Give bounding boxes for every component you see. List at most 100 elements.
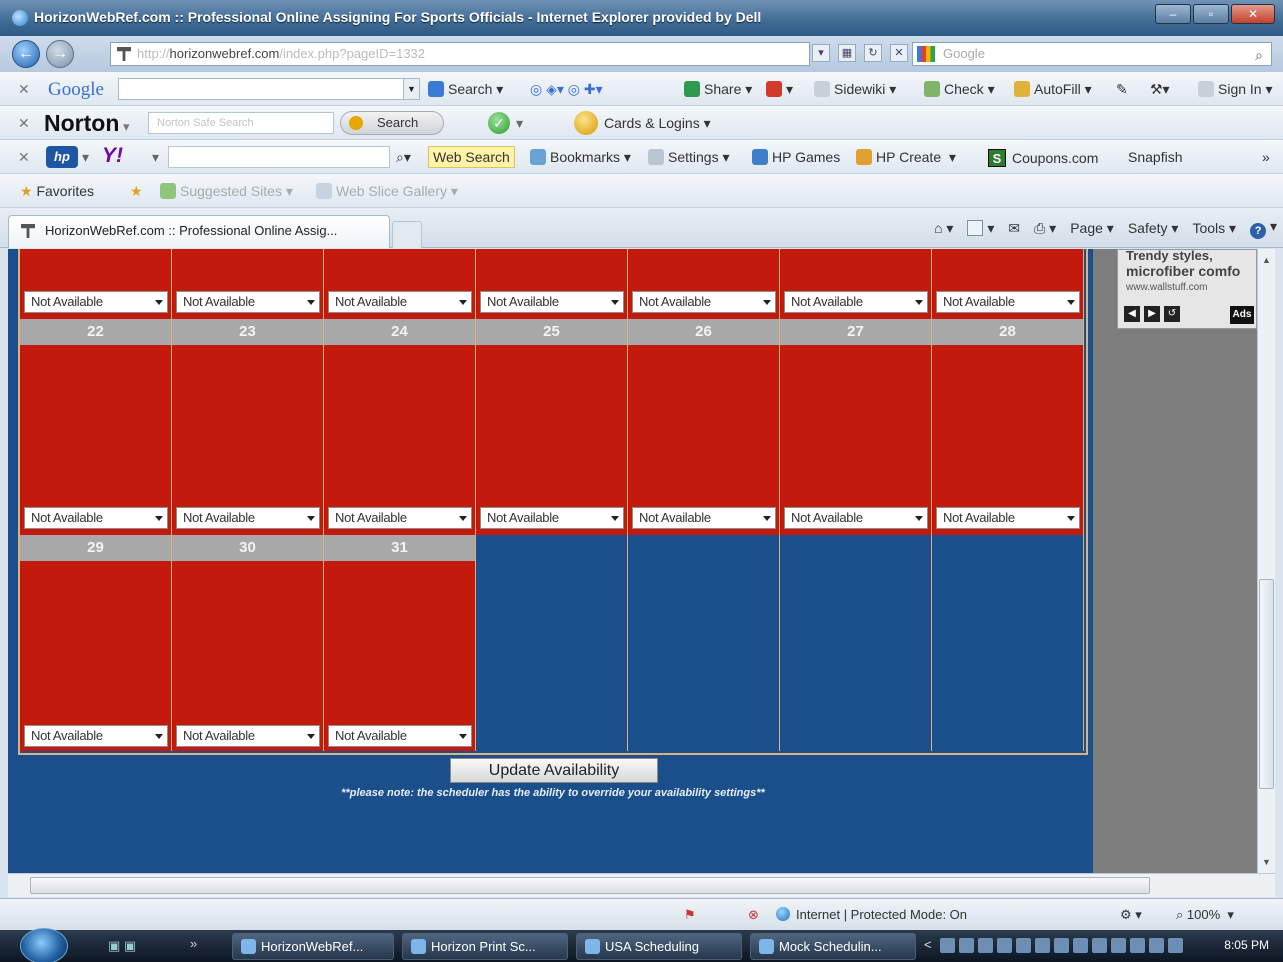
ad-banner[interactable]: Trendy styles, microfiber comfo www.wall… [1117, 249, 1257, 329]
search-input[interactable]: Google ⌕ [912, 42, 1272, 66]
security-zone[interactable]: Internet | Protected Mode: On [776, 907, 967, 922]
quick-launch-more-icon[interactable]: » [190, 936, 197, 951]
chevron-down-icon[interactable]: ▼ [403, 79, 419, 99]
tray-expand-icon[interactable]: < [924, 937, 932, 952]
bookmarks-button[interactable]: Bookmarks ▾ [530, 149, 631, 166]
availability-select[interactable]: Not Available [632, 507, 776, 529]
chevron-down-icon[interactable]: ▾ [152, 149, 159, 166]
availability-select[interactable]: Not Available [176, 291, 320, 313]
availability-select[interactable]: Not Available [24, 725, 168, 747]
search-icon[interactable]: ⌕ [1255, 44, 1263, 66]
volume-icon[interactable] [1168, 938, 1183, 953]
minimize-button[interactable]: – [1155, 4, 1191, 24]
close-toolbar-icon[interactable]: ✕ [18, 149, 30, 166]
tray-icon[interactable] [959, 938, 974, 953]
tray-icon[interactable] [940, 938, 955, 953]
highlight-icon[interactable]: ✎ [1116, 81, 1128, 98]
ad-prev-icon[interactable]: ◀ [1124, 306, 1140, 322]
scroll-thumb[interactable] [1259, 579, 1274, 789]
feeds-icon[interactable]: ▾ [967, 220, 994, 237]
availability-select[interactable]: Not Available [784, 291, 928, 313]
protected-mode-icon[interactable]: ⚙ ▾ [1120, 907, 1142, 923]
web-slice-button[interactable]: Web Slice Gallery ▾ [316, 183, 458, 200]
tray-icon[interactable] [1092, 938, 1107, 953]
cards-logins-button[interactable]: Cards & Logins ▾ [604, 115, 711, 132]
horizontal-scroll-thumb[interactable] [30, 877, 1150, 894]
clock[interactable]: 8:05 PM [1224, 938, 1269, 952]
taskbar-item-mock-scheduling[interactable]: Mock Schedulin... [750, 933, 916, 960]
scroll-up-icon[interactable]: ▲ [1262, 255, 1271, 265]
availability-select[interactable]: Not Available [176, 507, 320, 529]
popup-blocked-icon[interactable]: ⊗ [748, 907, 759, 923]
availability-select[interactable]: Not Available [632, 291, 776, 313]
norton-search-button[interactable]: Search [340, 111, 444, 135]
snapfish-button[interactable]: Snapfish [1128, 149, 1182, 165]
zoom-level[interactable]: ⌕ 100% ▾ [1176, 907, 1234, 923]
help-menu[interactable]: ? ▾ [1250, 218, 1277, 239]
ad-next-icon[interactable]: ▶ [1144, 306, 1160, 322]
availability-select[interactable]: Not Available [784, 507, 928, 529]
quick-launch-icons[interactable]: ▣ ▣ [108, 938, 136, 954]
compat-view-icon[interactable]: ▦ [838, 44, 856, 62]
hp-create-button[interactable]: HP Create ▾ [856, 149, 956, 166]
coupons-button[interactable]: S Coupons.com [988, 149, 1098, 167]
availability-select[interactable]: Not Available [328, 725, 472, 747]
tray-icon[interactable] [1149, 938, 1164, 953]
favorites-button[interactable]: ★ Favorites [20, 183, 94, 200]
tray-icon[interactable] [1111, 938, 1126, 953]
safety-menu[interactable]: Safety ▾ [1128, 220, 1179, 237]
page-menu[interactable]: Page ▾ [1070, 220, 1114, 237]
availability-select[interactable]: Not Available [480, 507, 624, 529]
print-icon[interactable]: ⎙ ▾ [1034, 220, 1056, 237]
stop-icon[interactable]: ✕ [890, 44, 908, 62]
taskbar-item-horizon-print[interactable]: Horizon Print Sc... [402, 933, 568, 960]
availability-select[interactable]: Not Available [480, 291, 624, 313]
wrench-icon[interactable]: ⚒▾ [1150, 81, 1170, 98]
ad-replay-icon[interactable]: ↺ [1164, 306, 1180, 322]
refresh-icon[interactable]: ↻ [864, 44, 882, 62]
check-button[interactable]: Check ▾ [924, 81, 995, 98]
scroll-down-icon[interactable]: ▼ [1262, 857, 1271, 867]
norton-logo[interactable]: Norton ▾ [44, 110, 130, 137]
tray-icon[interactable] [1035, 938, 1050, 953]
taskbar-item-horizonwebref[interactable]: HorizonWebRef... [232, 933, 394, 960]
add-favorites-icon[interactable]: ★ [130, 183, 143, 200]
home-icon[interactable]: ⌂ ▾ [934, 220, 953, 237]
update-availability-button[interactable]: Update Availability [450, 758, 658, 783]
mail-icon[interactable]: ✉ [1008, 220, 1020, 237]
suggested-sites-button[interactable]: Suggested Sites ▾ [160, 183, 293, 200]
sign-in-button[interactable]: Sign In ▾ [1198, 81, 1273, 98]
new-tab-button[interactable] [392, 221, 422, 248]
availability-select[interactable]: Not Available [176, 725, 320, 747]
hp-logo[interactable]: hp [46, 146, 78, 168]
checkmark-icon[interactable]: ✓ [488, 112, 510, 134]
close-toolbar-icon[interactable]: ✕ [18, 115, 30, 132]
magnifier-icon[interactable]: ⌕▾ [396, 149, 411, 166]
tray-icon[interactable] [1073, 938, 1088, 953]
chevron-down-icon[interactable]: ▾ [516, 115, 523, 132]
maximize-button[interactable]: ▫ [1193, 4, 1229, 24]
more-chevron-icon[interactable]: » [1262, 149, 1270, 165]
tray-icon[interactable] [978, 938, 993, 953]
share-button[interactable]: Share ▾ [684, 81, 752, 98]
horizontal-scrollbar[interactable] [8, 873, 1275, 897]
availability-select[interactable]: Not Available [936, 507, 1080, 529]
yahoo-logo[interactable]: Y! [102, 144, 123, 168]
tray-icon[interactable] [1130, 938, 1145, 953]
availability-select[interactable]: Not Available [936, 291, 1080, 313]
tray-icon[interactable] [997, 938, 1012, 953]
autofill-button[interactable]: AutoFill ▾ [1014, 81, 1092, 98]
popup-blocker-button[interactable]: ▾ [766, 81, 793, 98]
tab-horizonwebref[interactable]: HorizonWebRef.com :: Professional Online… [8, 215, 390, 248]
availability-select[interactable]: Not Available [328, 507, 472, 529]
yahoo-search-input[interactable] [168, 146, 390, 168]
google-search-button[interactable]: Search ▾ [428, 81, 503, 98]
web-search-button[interactable]: Web Search [428, 146, 515, 168]
availability-select[interactable]: Not Available [24, 291, 168, 313]
dropdown-icon[interactable]: ▾ [812, 44, 830, 62]
sidewiki-button[interactable]: Sidewiki ▾ [814, 81, 896, 98]
chevron-down-icon[interactable]: ▾ [82, 149, 89, 166]
forward-button[interactable]: → [46, 40, 74, 68]
availability-select[interactable]: Not Available [328, 291, 472, 313]
settings-button[interactable]: Settings ▾ [648, 149, 730, 166]
